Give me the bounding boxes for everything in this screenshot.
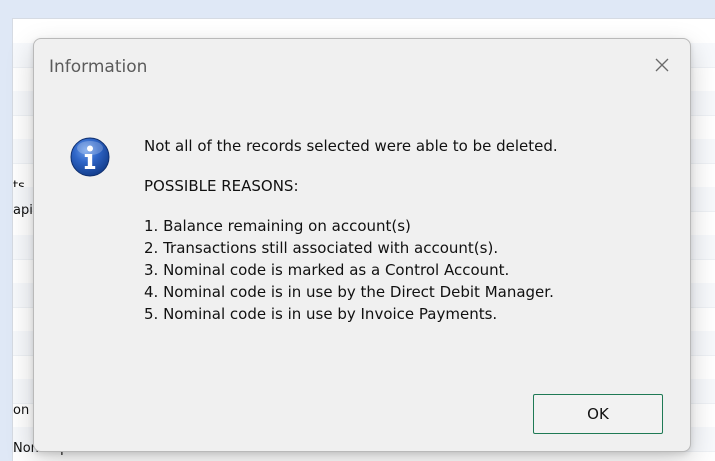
reason-item: 2. Transactions still associated with ac… [144, 239, 499, 257]
message-heading: POSSIBLE REASONS: [144, 177, 299, 195]
reason-item: 1. Balance remaining on account(s) [144, 217, 411, 235]
ok-button-label: OK [587, 405, 609, 423]
message-summary: Not all of the records selected were abl… [144, 137, 558, 155]
background-row-text: on [13, 403, 30, 418]
reason-item: 3. Nominal code is marked as a Control A… [144, 261, 510, 279]
info-icon [70, 137, 110, 177]
dialog-title: Information [49, 57, 148, 77]
reason-item: 5. Nominal code is in use by Invoice Pay… [144, 305, 498, 323]
dialog-titlebar: Information [34, 39, 690, 95]
information-dialog: Information Not all of the records selec… [33, 38, 691, 452]
close-icon [654, 57, 670, 73]
ok-button[interactable]: OK [533, 394, 663, 434]
reason-item: 4. Nominal code is in use by the Direct … [144, 283, 554, 301]
dialog-content: Not all of the records selected were abl… [34, 95, 690, 395]
dialog-message: Not all of the records selected were abl… [144, 135, 674, 325]
close-button[interactable] [634, 39, 690, 91]
